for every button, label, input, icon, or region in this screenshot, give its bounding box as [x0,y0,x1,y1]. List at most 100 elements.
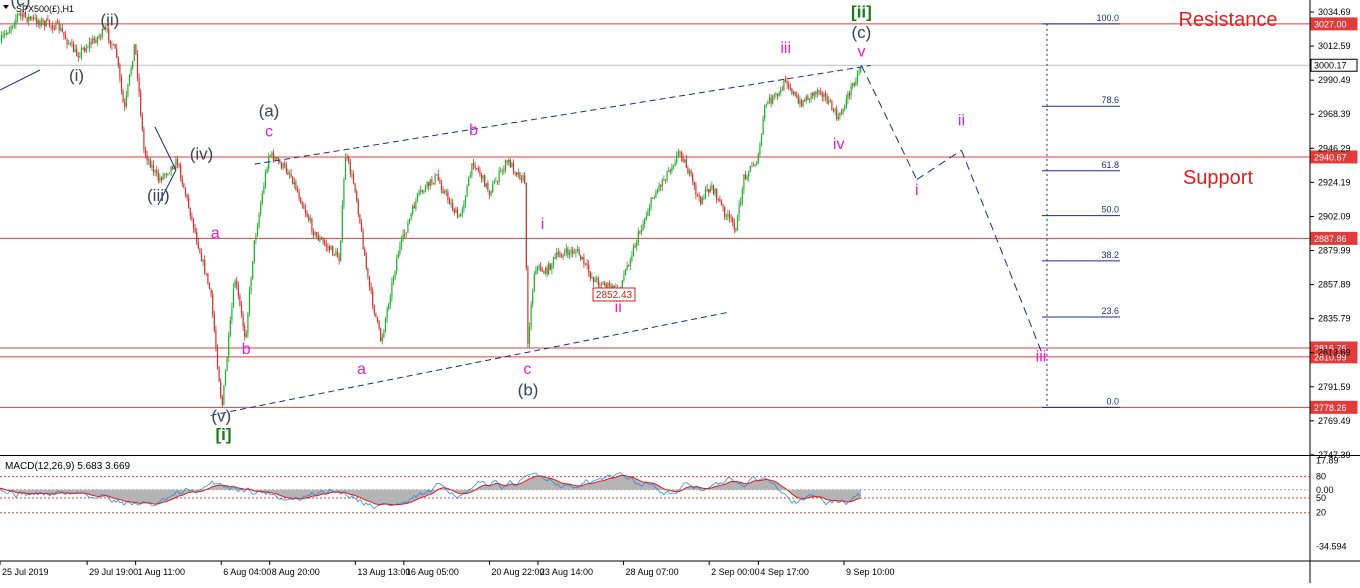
candle-body [67,39,68,44]
candle-body [327,247,328,248]
candle-body [31,17,32,19]
candle-body [147,155,148,160]
candle-body [201,253,202,261]
candle-body [673,165,674,167]
fibonacci-level-label: 23.6 [1101,306,1119,316]
candle-body [281,163,282,168]
candle-body [774,95,775,96]
candle-body [601,285,602,286]
candle-body [791,89,792,94]
candle-body [566,249,567,252]
macd-histogram-bar [113,490,115,498]
candle-body [86,48,87,52]
candle-body [190,208,191,217]
candle-body [499,171,500,182]
macd-histogram-bar [593,483,595,490]
candle-body [574,253,575,254]
macd-histogram-bar [815,490,817,497]
candle-body [343,180,344,205]
macd-histogram-bar [725,484,727,490]
macd-histogram-bar [357,490,359,497]
macd-histogram-bar [109,490,111,497]
wave-label: (ii) [100,10,119,29]
wave-label: i [541,216,545,233]
candle-body [787,82,788,84]
candle-body [700,197,701,204]
candle-body [563,254,564,258]
time-axis-label: 13 Aug 13:00 [357,567,410,577]
macd-histogram-bar [847,490,849,502]
candle-body [513,163,514,172]
price-level-value: 2940.67 [1314,152,1347,162]
candle-body [430,179,431,186]
wave-label: (c) [852,23,872,42]
macd-histogram-bar [835,490,837,501]
candle-body [267,169,268,173]
candle-body [683,157,684,161]
candle-body [286,166,287,173]
candle-body [308,217,309,220]
candle-body [625,270,626,275]
candle-body [795,92,796,95]
chevron-down-icon[interactable] [3,5,9,9]
candle-body [259,214,260,226]
time-axis-label: 1 Aug 11:00 [138,567,185,577]
candle-body [823,94,824,97]
candle-body [326,244,327,247]
candle-body [772,96,773,104]
candle-body [531,305,532,327]
candle-body [817,90,818,94]
macd-histogram-bar [761,480,763,490]
candle-body [246,333,247,336]
time-axis-label: 8 Aug 20:00 [272,567,320,577]
candle-body [76,49,77,56]
candle-body [94,39,95,40]
candle-body [251,279,252,291]
price-chart[interactable]: 3027.003000.172940.672887.862816.762810.… [0,0,1360,583]
macd-axis-label: 20 [1316,508,1326,518]
candle-body [684,159,685,161]
macd-histogram-bar [297,490,299,499]
candle-body [62,28,63,32]
candle-body [68,43,69,44]
candle-body [590,272,591,278]
macd-histogram-bar [829,490,831,500]
macd-histogram-bar [827,490,829,500]
candle-body [311,219,312,232]
candle-body [355,184,356,192]
candle-body [711,185,712,188]
macd-histogram-bar [289,490,291,498]
candle-body [140,92,141,114]
candle-body [372,290,373,305]
candle-body [22,15,23,17]
candle-body [363,230,364,249]
candle-body [111,45,112,46]
candle-body [644,220,645,224]
candle-body [11,27,12,30]
fibonacci-level-label: 50.0 [1101,205,1119,215]
wave-label: i [915,182,919,199]
candle-body [347,157,348,158]
macd-histogram-bar [841,490,843,501]
macd-histogram-bar [525,481,527,490]
macd-histogram-bar [291,490,293,498]
macd-histogram-bar [859,490,861,498]
macd-histogram-bar [389,490,391,505]
price-axis-tick-label: 2924.19 [1318,177,1351,187]
macd-histogram-bar [129,490,131,502]
channel-lower-line [211,312,729,415]
candle-body [759,145,760,154]
macd-histogram-bar [609,478,611,490]
candle-body [113,44,114,45]
candle-body [678,152,679,155]
candle-body [78,56,79,57]
candle-body [166,174,167,175]
candle-body [367,268,368,277]
candle-body [796,95,797,97]
candle-body [254,240,255,261]
candle-body [742,189,743,202]
macd-histogram-bar [601,481,603,490]
macd-histogram-bar [819,490,821,497]
candle-body [444,191,445,193]
candle-body [484,175,485,187]
